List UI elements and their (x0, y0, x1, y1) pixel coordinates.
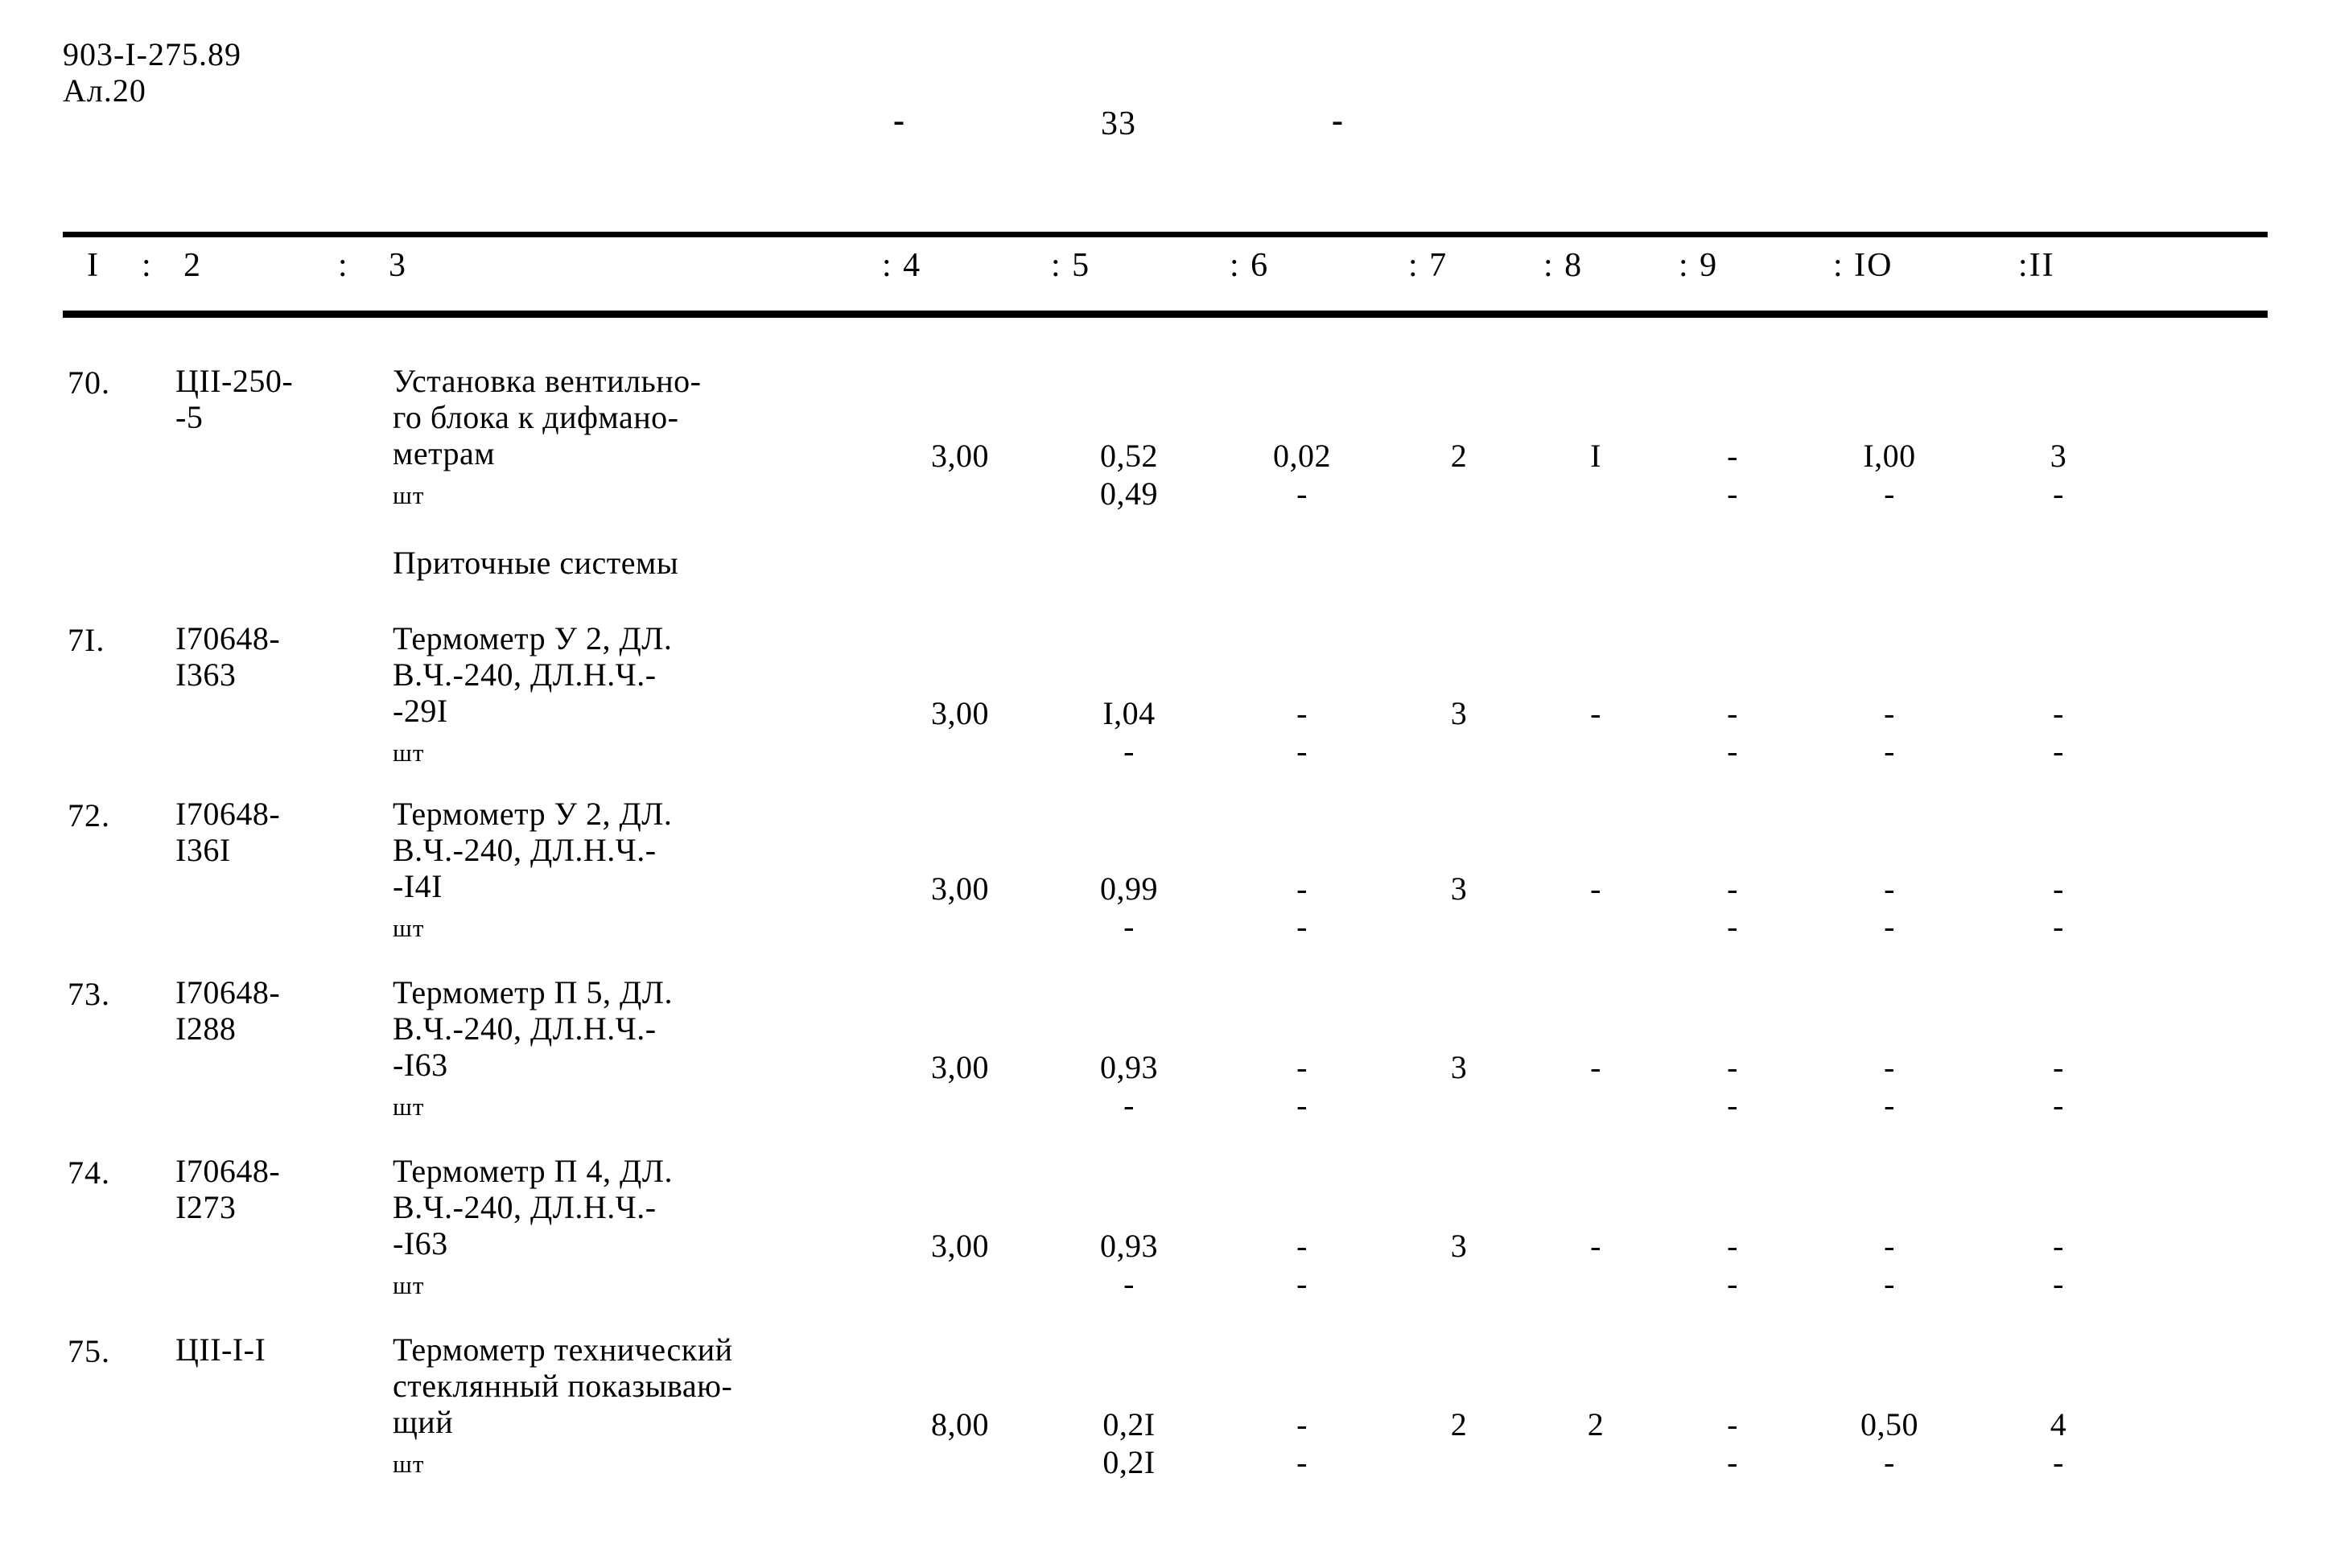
row-unit: шт (393, 481, 425, 509)
row-col9: - - (1727, 870, 1738, 945)
row-col8: - (1590, 870, 1601, 907)
row-code: I70648- I288 (175, 974, 281, 1047)
row-number: 70. (68, 364, 110, 401)
row-col6: - - (1296, 870, 1308, 945)
row-col4: 3,00 (931, 438, 989, 474)
document-page: 903-I-275.89 Ал.20 - 33 - I : 2 : 3 : 4 … (0, 0, 2328, 1568)
table-top-rule (63, 232, 2268, 237)
row-name: Термометр У 2, ДЛ. В.Ч.-240, ДЛ.Н.Ч.- -2… (393, 620, 673, 729)
row-name: Установка вентильно- го блока к дифмано-… (393, 363, 702, 471)
row-col7: 3 (1450, 1049, 1468, 1085)
row-col11: 3 - (2050, 438, 2067, 512)
row-col8: 2 (1587, 1406, 1605, 1442)
row-col5: 0,52 0,49 (1100, 438, 1158, 512)
section-label: Приточные системы (393, 545, 679, 581)
row-code: I70648- I36I (175, 796, 281, 868)
row-col9: - - (1727, 1049, 1738, 1124)
page-dash-left: - (893, 102, 905, 139)
row-unit: шт (393, 914, 425, 942)
row-col9: - - (1727, 695, 1738, 770)
row-col7: 2 (1450, 438, 1468, 474)
row-code: I70648- I273 (175, 1153, 281, 1225)
row-col9: - - (1727, 438, 1738, 512)
column-header-10: : IO (1833, 247, 1893, 284)
row-code: ЦII-I-I (175, 1331, 266, 1368)
row-col10: - - (1884, 695, 1895, 770)
column-header-3: 3 (389, 247, 407, 284)
row-number: 72. (68, 797, 110, 833)
row-col7: 2 (1450, 1406, 1468, 1442)
document-code: 903-I-275.89 (63, 36, 241, 72)
page-dash-right: - (1332, 102, 1344, 139)
row-unit: шт (393, 1271, 425, 1299)
row-col6: - - (1296, 1406, 1308, 1481)
row-col11: 4 - (2050, 1406, 2067, 1481)
table-header-row: I : 2 : 3 : 4 : 5 : 6 : 7 : 8 : 9 : IO :… (63, 246, 2268, 306)
row-col8: - (1590, 695, 1601, 731)
column-separator-2: : (338, 247, 349, 284)
row-col7: 3 (1450, 870, 1468, 907)
column-header-9: : 9 (1679, 247, 1719, 284)
row-col6: 0,02 - (1273, 438, 1331, 512)
row-col6: - - (1296, 695, 1308, 770)
document-header: 903-I-275.89 Ал.20 (63, 36, 241, 109)
row-col7: 3 (1450, 1228, 1468, 1264)
row-col10: 0,50 - (1860, 1406, 1918, 1481)
row-unit: шт (393, 739, 425, 767)
row-col9: - - (1727, 1228, 1738, 1303)
column-header-6: : 6 (1230, 247, 1270, 284)
row-col5: 0,93 - (1100, 1228, 1158, 1303)
row-name: Термометр У 2, ДЛ. В.Ч.-240, ДЛ.Н.Ч.- -I… (393, 796, 673, 904)
row-number: 75. (68, 1333, 110, 1369)
row-col11: - - (2053, 1228, 2064, 1303)
row-code: I70648- I363 (175, 620, 281, 693)
row-col10: - - (1884, 1228, 1895, 1303)
page-number-block: - 33 - (893, 102, 1344, 143)
row-name: Термометр технический стеклянный показыв… (393, 1331, 733, 1440)
row-col8: - (1590, 1049, 1601, 1085)
column-header-1: I (87, 247, 100, 284)
column-header-7: : 7 (1408, 247, 1448, 284)
column-header-8: : 8 (1543, 247, 1584, 284)
row-col8: - (1590, 1228, 1601, 1264)
row-number: 73. (68, 976, 110, 1012)
row-col11: - - (2053, 870, 2064, 945)
column-header-4: : 4 (882, 247, 922, 284)
row-col8: I (1590, 438, 1601, 474)
row-col4: 3,00 (931, 695, 989, 731)
row-col11: - - (2053, 1049, 2064, 1124)
column-header-11: :II (2018, 247, 2055, 284)
row-col6: - - (1296, 1049, 1308, 1124)
row-name: Термометр П 4, ДЛ. В.Ч.-240, ДЛ.Н.Ч.- -I… (393, 1153, 673, 1261)
row-col10: - - (1884, 1049, 1895, 1124)
column-separator-1: : (142, 247, 153, 284)
table-header-rule (63, 311, 2268, 318)
row-unit: шт (393, 1093, 425, 1121)
row-col4: 3,00 (931, 870, 989, 907)
row-name: Термометр П 5, ДЛ. В.Ч.-240, ДЛ.Н.Ч.- -I… (393, 974, 673, 1083)
row-col5: 0,99 - (1100, 870, 1158, 945)
row-col4: 3,00 (931, 1049, 989, 1085)
row-unit: шт (393, 1450, 425, 1478)
row-col10: - - (1884, 870, 1895, 945)
row-col11: - - (2053, 695, 2064, 770)
page-number: 33 (1101, 105, 1136, 142)
row-col9: - - (1727, 1406, 1738, 1481)
row-col10: I,00 - (1863, 438, 1916, 512)
row-code: ЦII-250- -5 (175, 363, 294, 435)
row-col5: I,04 - (1102, 695, 1156, 770)
row-col5: 0,2I 0,2I (1102, 1406, 1156, 1481)
row-col4: 8,00 (931, 1406, 989, 1442)
row-col4: 3,00 (931, 1228, 989, 1264)
sheet-label: Ал.20 (63, 72, 146, 109)
row-col6: - - (1296, 1228, 1308, 1303)
row-col5: 0,93 - (1100, 1049, 1158, 1124)
row-number: 74. (68, 1154, 110, 1191)
row-number: 7I. (68, 622, 105, 658)
column-header-5: : 5 (1051, 247, 1091, 284)
row-col7: 3 (1450, 695, 1468, 731)
column-header-2: 2 (183, 247, 202, 284)
